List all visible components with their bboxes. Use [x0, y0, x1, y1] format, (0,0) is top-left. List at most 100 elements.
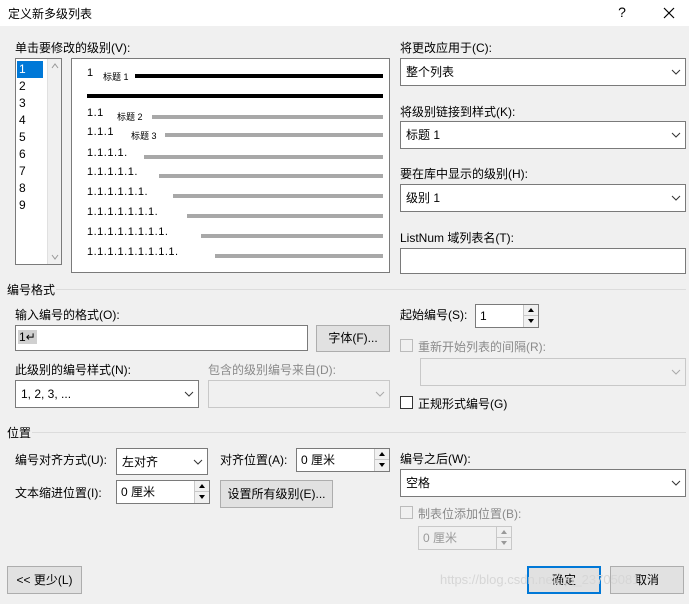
format-label: 输入编号的格式(O): [15, 308, 120, 322]
preview-bar-8 [201, 234, 383, 238]
legal-style-checkbox[interactable] [400, 396, 413, 409]
position-separator [32, 432, 686, 433]
spin-up-icon[interactable] [523, 305, 538, 316]
align-at-label: 对齐位置(A): [220, 453, 288, 467]
position-title: 位置 [7, 426, 32, 440]
start-at-value: 1 [480, 309, 487, 323]
preview-caption-3: 标题 3 [131, 131, 157, 141]
indent-value: 0 厘米 [121, 485, 156, 499]
level-list[interactable]: 1 2 3 4 5 6 7 8 9 [15, 58, 62, 265]
preview-num-4: 1.1.1.1. [87, 147, 128, 159]
close-icon [663, 7, 675, 19]
preview-bar-5 [159, 174, 383, 178]
level-list-scrollbar[interactable] [47, 59, 61, 264]
spin-down-icon[interactable] [374, 460, 389, 471]
spin-down-icon[interactable] [523, 316, 538, 327]
chevron-down-icon [671, 69, 681, 75]
format-value: 1↵ [18, 330, 37, 344]
spin-down-icon[interactable] [194, 492, 209, 503]
spin-down-icon[interactable] [496, 538, 511, 549]
tab-stop-value: 0 厘米 [423, 531, 458, 545]
follow-number-value: 空格 [406, 476, 431, 490]
number-format-separator [56, 289, 686, 290]
align-dropdown[interactable]: 左对齐 [116, 448, 208, 475]
help-button[interactable]: ? [608, 2, 636, 24]
preview-bar-3 [165, 133, 383, 137]
start-at-spinner[interactable]: 1 [475, 304, 539, 328]
watermark: https://blog.csdn.net/qq_23705081 [440, 572, 640, 587]
preview-num-5: 1.1.1.1.1. [87, 166, 138, 178]
preview-bar-1 [135, 74, 383, 78]
level-item-7[interactable]: 7 [17, 163, 43, 180]
number-style-label: 此级别的编号样式(N): [15, 363, 131, 377]
chevron-down-icon [671, 195, 681, 201]
tab-stop-label: 制表位添加位置(B): [418, 507, 522, 521]
indent-spinner[interactable]: 0 厘米 [116, 480, 210, 504]
gallery-level-value: 级别 1 [406, 191, 441, 205]
level-item-9[interactable]: 9 [17, 197, 43, 214]
align-label: 编号对齐方式(U): [15, 453, 107, 467]
level-preview: 1 标题 1 1.1 标题 2 1.1.1 标题 3 1.1.1.1. 1.1.… [71, 58, 390, 273]
link-style-dropdown[interactable]: 标题 1 [400, 121, 686, 149]
level-item-4[interactable]: 4 [17, 112, 43, 129]
listnum-label: ListNum 域列表名(T): [400, 231, 515, 245]
gallery-level-dropdown[interactable]: 级别 1 [400, 184, 686, 212]
apply-to-value: 整个列表 [406, 65, 455, 79]
listnum-input[interactable] [400, 248, 686, 274]
preview-bar-1b [87, 94, 383, 98]
chevron-down-icon [375, 391, 385, 397]
preview-num-6: 1.1.1.1.1.1. [87, 186, 149, 198]
preview-bar-2 [152, 115, 383, 119]
preview-num-1: 1 [87, 67, 94, 79]
align-value: 左对齐 [122, 455, 159, 469]
link-style-value: 标题 1 [406, 128, 441, 142]
preview-bar-9 [215, 254, 383, 258]
spin-up-icon[interactable] [496, 527, 511, 538]
number-style-dropdown[interactable]: 1, 2, 3, ... [15, 380, 199, 408]
include-level-label: 包含的级别编号来自(D): [208, 363, 336, 377]
apply-to-label: 将更改应用于(C): [400, 41, 492, 55]
preview-bar-7 [187, 214, 383, 218]
level-item-8[interactable]: 8 [17, 180, 43, 197]
scroll-down-icon[interactable] [51, 254, 59, 260]
link-style-label: 将级别链接到样式(K): [400, 105, 516, 119]
align-at-value: 0 厘米 [301, 453, 336, 467]
preview-bar-4 [144, 155, 383, 159]
preview-num-3: 1.1.1 [87, 126, 114, 138]
preview-caption-1: 标题 1 [103, 72, 129, 82]
window-title: 定义新多级列表 [8, 7, 93, 21]
spin-up-icon[interactable] [374, 449, 389, 460]
scroll-up-icon[interactable] [51, 63, 59, 69]
restart-label: 重新开始列表的间隔(R): [418, 340, 546, 354]
chevron-down-icon [193, 459, 203, 465]
chevron-down-icon [671, 369, 681, 375]
preview-caption-2: 标题 2 [117, 112, 143, 122]
spin-up-icon[interactable] [194, 481, 209, 492]
chevron-down-icon [184, 391, 194, 397]
indent-label: 文本缩进位置(I): [15, 486, 102, 500]
less-button[interactable]: << 更少(L) [7, 566, 82, 594]
level-item-2[interactable]: 2 [17, 78, 43, 95]
format-input[interactable]: 1↵ [15, 325, 308, 351]
tab-stop-checkbox[interactable] [400, 506, 413, 519]
font-button[interactable]: 字体(F)... [316, 325, 390, 352]
restart-checkbox[interactable] [400, 339, 413, 352]
level-item-3[interactable]: 3 [17, 95, 43, 112]
close-button[interactable] [655, 2, 683, 24]
include-level-dropdown[interactable] [208, 380, 390, 408]
preview-num-9: 1.1.1.1.1.1.1.1.1. [87, 246, 179, 258]
level-list-label: 单击要修改的级别(V): [15, 41, 131, 55]
apply-to-dropdown[interactable]: 整个列表 [400, 58, 686, 86]
chevron-down-icon [671, 480, 681, 486]
set-all-levels-button[interactable]: 设置所有级别(E)... [220, 480, 333, 508]
align-at-spinner[interactable]: 0 厘米 [296, 448, 390, 472]
restart-dropdown[interactable] [420, 358, 686, 386]
preview-bar-6 [173, 194, 383, 198]
preview-num-2: 1.1 [87, 107, 104, 119]
follow-number-dropdown[interactable]: 空格 [400, 469, 686, 497]
tab-stop-spinner[interactable]: 0 厘米 [418, 526, 512, 550]
level-item-5[interactable]: 5 [17, 129, 43, 146]
level-item-1[interactable]: 1 [17, 61, 43, 78]
legal-style-label: 正规形式编号(G) [418, 397, 508, 411]
level-item-6[interactable]: 6 [17, 146, 43, 163]
